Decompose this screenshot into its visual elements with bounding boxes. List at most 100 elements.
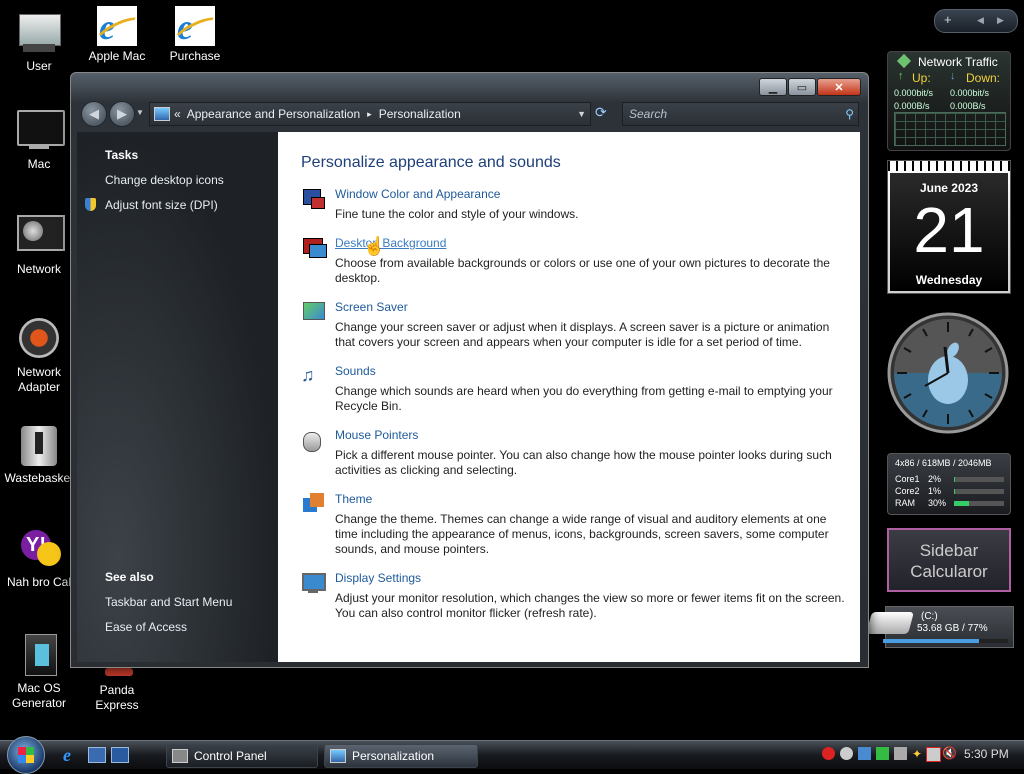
- sidebar-calculator-gadget[interactable]: Sidebar Calcularor: [887, 528, 1011, 592]
- theme-link[interactable]: Theme: [335, 492, 372, 506]
- calendar-gadget: June 2023 21 Wednesday: [887, 160, 1011, 294]
- app-icon: [93, 668, 141, 680]
- monitor-status-icon[interactable]: [926, 747, 941, 762]
- update-icon[interactable]: [876, 747, 889, 760]
- taskbar-button-personalization[interactable]: Personalization: [324, 744, 478, 768]
- address-dropdown-icon[interactable]: ▼: [577, 109, 586, 119]
- change-desktop-icons-link[interactable]: Change desktop icons: [105, 173, 224, 187]
- back-button[interactable]: ◀: [81, 101, 107, 127]
- screen-saver-icon[interactable]: [301, 300, 325, 324]
- address-bar[interactable]: « Appearance and Personalization ▸ Perso…: [149, 102, 591, 126]
- desktop-icon-label: Mac OS Generator: [11, 681, 67, 710]
- forward-arrow-icon: ▶: [117, 106, 127, 121]
- window-color-icon[interactable]: [301, 187, 325, 211]
- hand-cursor-icon: ☝: [363, 236, 386, 256]
- show-desktop-icon[interactable]: [88, 747, 106, 763]
- previous-icon[interactable]: ◀: [977, 15, 984, 26]
- desktop-icon-network-adapter[interactable]: Network Adapter: [0, 318, 78, 395]
- security-icon[interactable]: [822, 747, 835, 760]
- breadcrumb-appearance[interactable]: Appearance and Personalization: [187, 107, 360, 121]
- display-settings-link[interactable]: Display Settings: [335, 571, 421, 585]
- system-info: 4x86 / 618MB / 2046MB: [895, 458, 992, 468]
- yahoo-messenger-icon: Y!: [15, 528, 63, 572]
- gadget-title: Network Traffic: [918, 55, 998, 69]
- screen-saver-link[interactable]: Screen Saver: [335, 300, 408, 314]
- desktop-background-link[interactable]: Desktop Background: [335, 236, 446, 250]
- desktop-icon-panda-express[interactable]: Panda Express: [78, 668, 156, 713]
- sounds-link[interactable]: Sounds: [335, 364, 376, 378]
- close-button[interactable]: ✕: [817, 78, 861, 96]
- down-bytes: 0.000B/s: [950, 101, 986, 111]
- down-arrow-icon: ↓: [950, 70, 956, 82]
- desktop-icon-network[interactable]: Network: [0, 215, 78, 277]
- breadcrumb-separator-icon[interactable]: ▸: [367, 109, 372, 120]
- recent-pages-dropdown[interactable]: ▼: [136, 108, 144, 117]
- forward-button[interactable]: ▶: [109, 101, 135, 127]
- maximize-icon: ▭: [796, 81, 808, 94]
- breadcrumb-root[interactable]: «: [174, 107, 181, 121]
- search-icon[interactable]: ⚲: [845, 107, 854, 121]
- start-button[interactable]: [7, 736, 45, 774]
- internet-explorer-icon: e: [171, 2, 223, 48]
- next-icon[interactable]: ▶: [997, 15, 1004, 26]
- close-icon: ✕: [834, 81, 844, 94]
- mouse-pointer-icon[interactable]: [301, 428, 325, 452]
- sounds-icon[interactable]: ♫: [301, 364, 325, 388]
- cpu-row: Core1 2%: [895, 474, 941, 484]
- desktop-background-icon[interactable]: [301, 236, 327, 260]
- window-color-link[interactable]: Window Color and Appearance: [335, 187, 500, 201]
- display-settings-icon[interactable]: [301, 571, 326, 595]
- taskbar-start-menu-link[interactable]: Taskbar and Start Menu: [105, 595, 232, 609]
- desktop-icon-user[interactable]: User: [0, 12, 78, 74]
- cpu-meter-gadget: 4x86 / 618MB / 2046MB Core1 2% Core2 1% …: [887, 453, 1011, 515]
- mouse-pointers-description: Pick a different mouse pointer. You can …: [335, 448, 832, 477]
- adjust-font-size-link[interactable]: Adjust font size (DPI): [105, 198, 218, 212]
- row-value: 30%: [928, 498, 947, 508]
- clock[interactable]: 5:30 PM: [964, 747, 1009, 761]
- core1-bar: [954, 477, 1004, 482]
- wand-icon[interactable]: ✦: [912, 747, 925, 761]
- desktop-icon-nah-bro-cal[interactable]: Y! Nah bro Cal: [0, 528, 78, 590]
- display-icon[interactable]: [894, 747, 907, 760]
- volume-muted-icon[interactable]: 🔇: [942, 746, 957, 760]
- taskbar-button-control-panel[interactable]: Control Panel: [166, 744, 318, 768]
- desktop-icon-label: User: [26, 59, 52, 73]
- breadcrumb-personalization[interactable]: Personalization: [379, 107, 461, 121]
- up-bits: 0.000bit/s: [894, 88, 934, 98]
- up-bytes: 0.000B/s: [894, 101, 930, 111]
- ram-bar: [954, 501, 1004, 506]
- status-icon[interactable]: [840, 747, 853, 760]
- taskbar-button-label: Personalization: [352, 749, 435, 763]
- network-status-icon[interactable]: [858, 747, 871, 760]
- desktop-icon-label: Panda Express: [95, 683, 139, 712]
- caption-buttons: ▁ ▭ ✕: [758, 78, 861, 96]
- desktop-icon-label: Purchase: [169, 49, 221, 63]
- desktop-icon-wastebasket[interactable]: Wastebasket: [0, 424, 78, 486]
- month-year: June 2023: [919, 181, 979, 195]
- ease-of-access-link[interactable]: Ease of Access: [105, 620, 187, 634]
- desktop-background-description: Choose from available backgrounds or col…: [335, 256, 830, 285]
- desktop-icon-mac[interactable]: Mac: [0, 110, 78, 172]
- internet-explorer-icon[interactable]: e: [63, 746, 81, 764]
- desktop-icon-label: Apple Mac: [88, 49, 146, 63]
- clock-gadget: [887, 312, 1009, 434]
- desktop-icon-purchase[interactable]: e Purchase: [156, 2, 234, 64]
- switch-windows-icon[interactable]: [111, 747, 129, 763]
- add-gadget-icon[interactable]: +: [944, 12, 952, 27]
- desktop-icon-apple-mac[interactable]: e Apple Mac: [78, 2, 156, 64]
- day-number: 21: [913, 194, 985, 266]
- maximize-button[interactable]: ▭: [788, 78, 816, 96]
- personalization-window: ▁ ▭ ✕ ◀ ▶ ▼ « Appearance and Personaliza…: [70, 72, 869, 668]
- tasks-header: Tasks: [105, 148, 139, 162]
- desktop-icon-mac-os-generator[interactable]: Mac OS Generator: [0, 634, 78, 711]
- up-label: Up:: [912, 71, 931, 85]
- search-input[interactable]: Search ⚲: [622, 102, 859, 126]
- back-arrow-icon: ◀: [89, 106, 99, 121]
- see-also-header: See also: [105, 570, 154, 584]
- mouse-pointers-link[interactable]: Mouse Pointers: [335, 428, 418, 442]
- theme-icon[interactable]: [301, 492, 325, 516]
- drive-gadget: (C:) 53.68 GB / 77%: [866, 606, 1014, 648]
- cpu-row: RAM 30%: [895, 498, 946, 508]
- minimize-button[interactable]: ▁: [759, 78, 787, 96]
- refresh-button[interactable]: ⟳: [595, 104, 615, 122]
